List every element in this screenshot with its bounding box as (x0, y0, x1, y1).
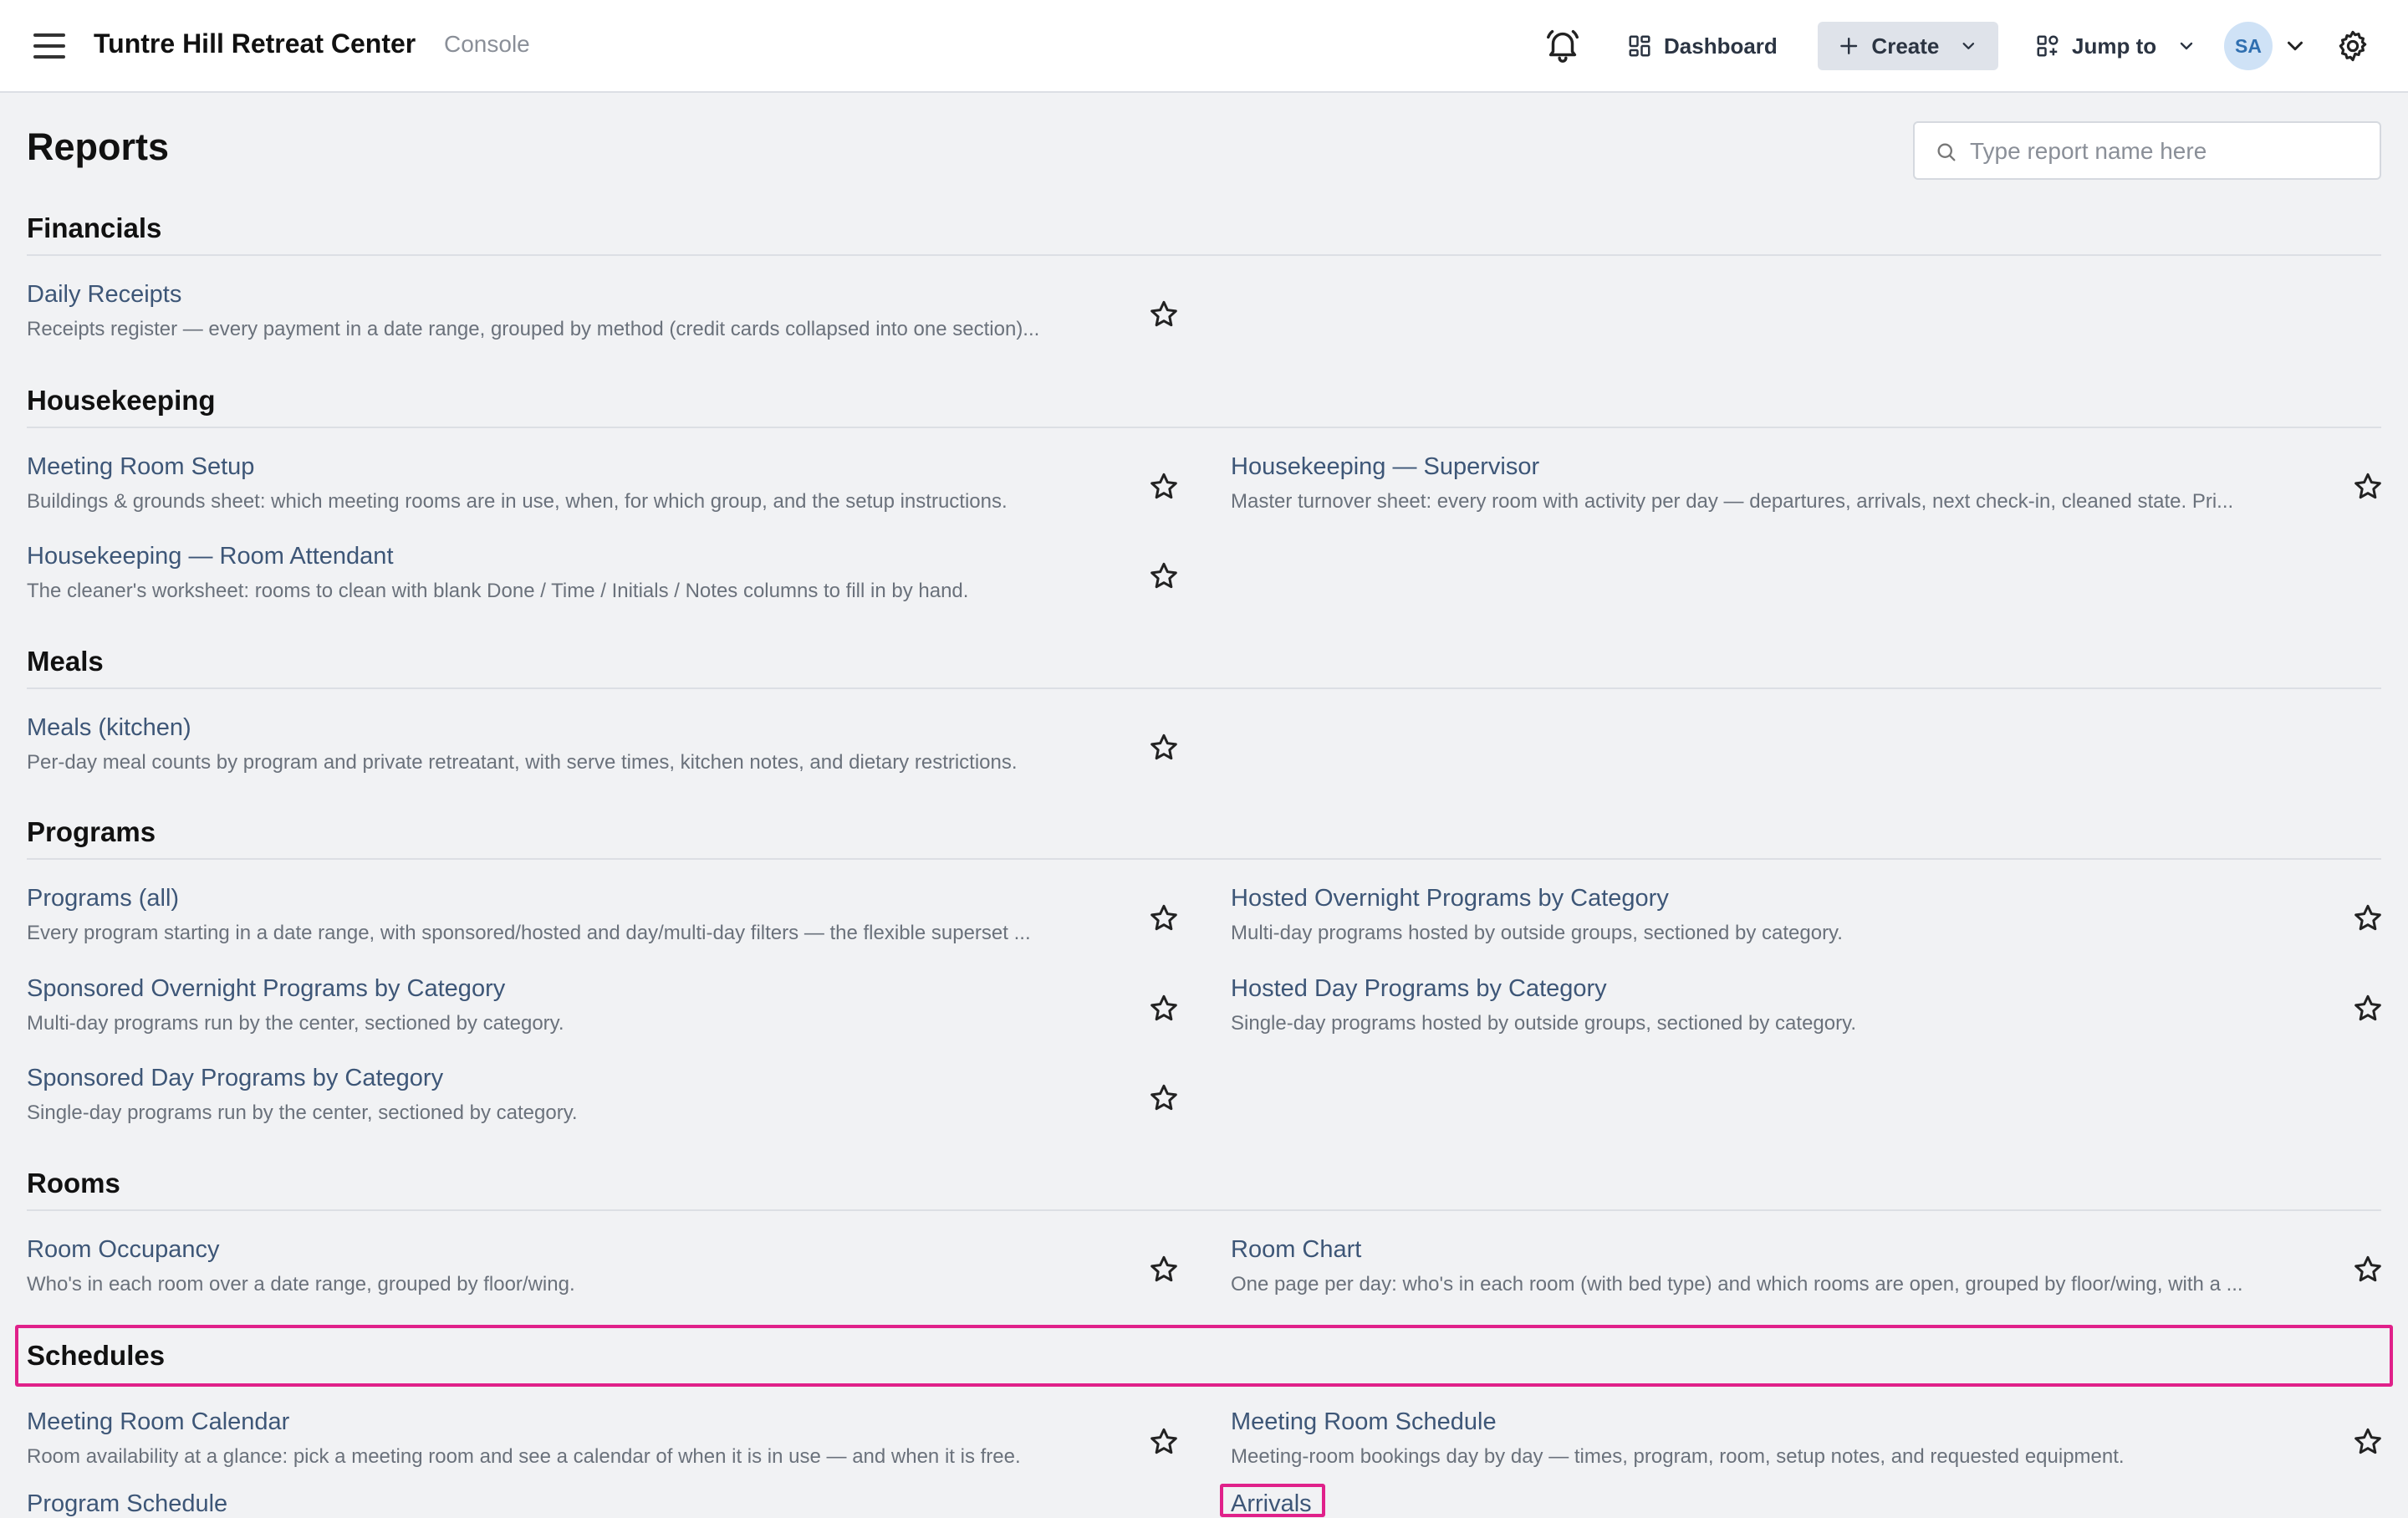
report-link[interactable]: Sponsored Day Programs by Category (27, 1065, 443, 1092)
star-icon[interactable] (1147, 560, 1181, 593)
app-title: Tuntre Hill Retreat Center (94, 28, 416, 59)
dashboard-icon (1629, 35, 1650, 57)
bell-icon[interactable] (1543, 26, 1582, 64)
report-item: Housekeeping — Room Attendant The cleane… (27, 543, 1181, 610)
jump-to-label: Jump to (2072, 33, 2157, 59)
report-item: Meeting Room Calendar Room availability … (27, 1408, 1181, 1475)
plus-icon (1840, 37, 1858, 55)
report-item: Meals (kitchen) Per-day meal counts by p… (27, 714, 1181, 781)
create-button[interactable]: Create (1818, 22, 1998, 70)
app-subtitle: Console (444, 31, 530, 57)
menu-icon[interactable] (32, 32, 67, 60)
report-description: Who's in each room over a date range, gr… (27, 1273, 575, 1296)
jump-to-button[interactable]: Jump to (2022, 22, 2210, 70)
report-link[interactable]: Meeting Room Setup (27, 453, 254, 481)
star-icon[interactable] (1147, 298, 1181, 331)
report-link[interactable]: Meeting Room Schedule (1231, 1408, 1497, 1436)
report-item: Housekeeping — Supervisor Master turnove… (1231, 453, 2385, 520)
report-item: Programs (all) Every program starting in… (27, 885, 1181, 952)
section-title-housekeeping: Housekeeping (27, 385, 216, 416)
report-description: Single-day programs hosted by outside gr… (1231, 1012, 1856, 1035)
report-description: One page per day: who's in each room (wi… (1231, 1273, 2243, 1296)
jump-icon (2037, 35, 2059, 57)
report-item: Hosted Overnight Programs by Category Mu… (1231, 885, 2385, 952)
star-icon[interactable] (2351, 902, 2385, 935)
star-icon[interactable] (1147, 1425, 1181, 1459)
report-link[interactable]: Program Schedule (27, 1490, 227, 1518)
report-item: Sponsored Day Programs by Category Singl… (27, 1065, 1181, 1132)
report-description: Single-day programs run by the center, s… (27, 1101, 578, 1124)
star-icon[interactable] (1147, 470, 1181, 503)
divider (27, 687, 2381, 689)
section-highlight (15, 1325, 2393, 1387)
report-description: The cleaner's worksheet: rooms to clean … (27, 580, 969, 602)
report-description: Room availability at a glance: pick a me… (27, 1445, 1021, 1468)
divider (27, 858, 2381, 860)
divider (27, 1209, 2381, 1211)
section-title-meals: Meals (27, 646, 104, 677)
section-title-rooms: Rooms (27, 1168, 120, 1199)
page-title: Reports (27, 125, 170, 168)
search-input[interactable] (1970, 131, 2363, 171)
star-icon[interactable] (1147, 1253, 1181, 1286)
star-icon[interactable] (1147, 992, 1181, 1025)
star-icon[interactable] (1147, 1081, 1181, 1115)
chevron-down-icon (1962, 43, 1975, 49)
report-description: Multi-day programs hosted by outside gro… (1231, 922, 1843, 944)
report-description: Per-day meal counts by program and priva… (27, 751, 1018, 774)
chevron-down-icon[interactable] (2283, 33, 2308, 59)
report-search[interactable] (1913, 121, 2381, 180)
report-description: Receipts register — every payment in a d… (27, 318, 1040, 340)
report-link[interactable]: Hosted Day Programs by Category (1231, 975, 1607, 1003)
report-description: Every program starting in a date range, … (27, 922, 1031, 944)
report-item: Meeting Room Schedule Meeting-room booki… (1231, 1408, 2385, 1475)
report-link[interactable]: Arrivals (1231, 1490, 1312, 1518)
report-item: Room Chart One page per day: who's in ea… (1231, 1236, 2385, 1303)
section-title-programs: Programs (27, 816, 156, 847)
report-link[interactable]: Room Occupancy (27, 1236, 220, 1264)
section-title-schedules: Schedules (27, 1340, 166, 1371)
create-label: Create (1871, 33, 1940, 59)
report-description: Buildings & grounds sheet: which meeting… (27, 490, 1008, 513)
top-bar: Tuntre Hill Retreat Center Console Dashb… (0, 0, 2408, 93)
report-link[interactable]: Meals (kitchen) (27, 714, 191, 742)
dashboard-button[interactable]: Dashboard (1614, 22, 1791, 70)
chevron-down-icon (2180, 42, 2193, 50)
report-link[interactable]: Housekeeping — Room Attendant (27, 543, 394, 570)
star-icon[interactable] (1147, 731, 1181, 764)
report-link[interactable]: Hosted Overnight Programs by Category (1231, 885, 1669, 912)
avatar[interactable]: SA (2224, 22, 2273, 70)
report-link[interactable]: Meeting Room Calendar (27, 1408, 289, 1436)
divider (27, 254, 2381, 256)
report-link[interactable]: Daily Receipts (27, 281, 181, 309)
divider (27, 427, 2381, 428)
section-title-financials: Financials (27, 212, 162, 243)
report-item: Room Occupancy Who's in each room over a… (27, 1236, 1181, 1303)
report-link[interactable]: Room Chart (1231, 1236, 1361, 1264)
report-item: Sponsored Overnight Programs by Category… (27, 975, 1181, 1042)
report-item: Meeting Room Setup Buildings & grounds s… (27, 453, 1181, 520)
report-description: Master turnover sheet: every room with a… (1231, 490, 2234, 513)
star-icon[interactable] (2351, 992, 2385, 1025)
report-item: Hosted Day Programs by Category Single-d… (1231, 975, 2385, 1042)
report-link[interactable]: Sponsored Overnight Programs by Category (27, 975, 505, 1003)
report-description: Meeting-room bookings day by day — times… (1231, 1445, 2125, 1468)
dashboard-label: Dashboard (1664, 33, 1778, 59)
star-icon[interactable] (2351, 470, 2385, 503)
star-icon[interactable] (2351, 1425, 2385, 1459)
report-link[interactable]: Housekeeping — Supervisor (1231, 453, 1539, 481)
gear-icon[interactable] (2335, 28, 2370, 64)
report-item: Daily Receipts Receipts register — every… (27, 281, 1181, 348)
search-icon (1937, 143, 1956, 161)
report-description: Multi-day programs run by the center, se… (27, 1012, 564, 1035)
report-link[interactable]: Programs (all) (27, 885, 179, 912)
star-icon[interactable] (1147, 902, 1181, 935)
star-icon[interactable] (2351, 1253, 2385, 1286)
